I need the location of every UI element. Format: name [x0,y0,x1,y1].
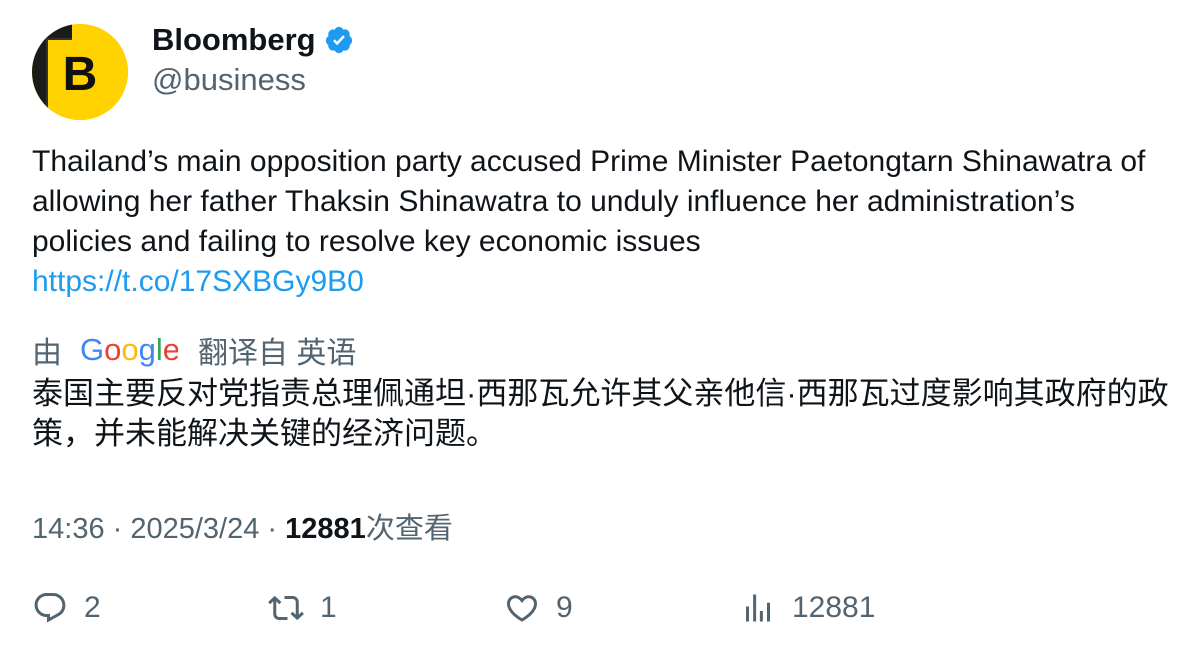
tweet-text: Thailand’s main opposition party accused… [32,142,1162,302]
retweet-count: 1 [320,591,337,624]
reply-icon [34,593,66,623]
meta-separator-2: · [259,513,286,545]
translation-attribution: 由 Google 翻译自 英语 [32,328,356,372]
tweet-meta: 14:36 · 2025/3/24 · 12881次查看 [32,505,453,547]
tweet-time[interactable]: 14:36 [32,513,105,545]
like-button[interactable]: 9 [504,590,573,626]
retweet-icon [268,595,304,621]
tweet-body: Thailand’s main opposition party accused… [32,145,1146,258]
author-name-row: Bloomberg [152,22,354,58]
translation-suffix[interactable]: 翻译自 英语 [198,328,356,372]
translation-prefix: 由 [32,337,62,370]
views-button[interactable]: 12881 [740,590,875,626]
avatar-letter: B [63,48,98,101]
google-wordmark: Google [80,332,178,367]
verified-badge-icon [325,26,352,54]
tweet-date[interactable]: 2025/3/24 [130,513,259,545]
views-action-count: 12881 [792,591,876,624]
tweet-link[interactable]: https://t.co/17SXBGy9B0 [32,265,364,298]
author-handle[interactable]: @business [152,62,306,98]
reply-count: 2 [84,591,101,624]
heart-icon [506,595,538,622]
views-count: 12881 [285,513,366,545]
bar-chart-icon [746,594,770,622]
views-label: 次查看 [365,513,453,545]
retweet-button[interactable]: 1 [268,590,337,626]
author-name[interactable]: Bloomberg [152,22,316,58]
reply-button[interactable]: 2 [32,590,101,626]
google-logo-icon: Google [80,332,178,367]
action-bar: 2 1 9 12881 [32,590,1172,634]
bloomberg-logo-icon: B [32,24,128,120]
avatar[interactable]: B [32,24,128,120]
meta-separator: · [104,513,131,545]
translated-text: 泰国主要反对党指责总理佩通坦·西那瓦允许其父亲他信·西那瓦过度影响其政府的政策，… [32,376,1169,451]
like-count: 9 [556,591,573,624]
